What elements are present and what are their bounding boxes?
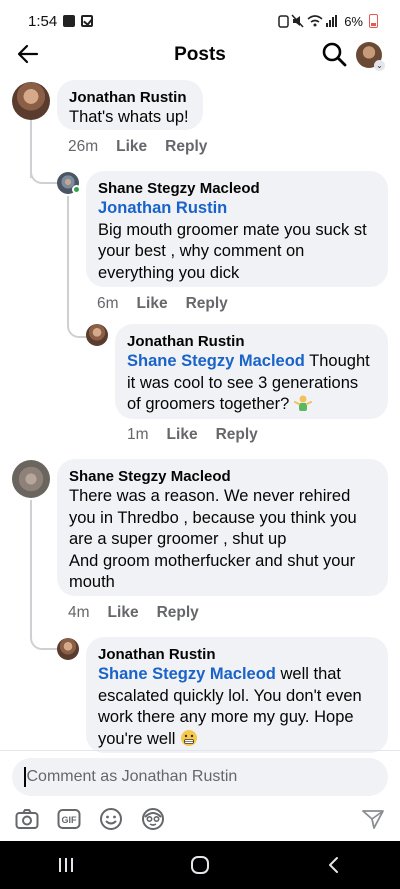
camera-icon: [15, 809, 39, 829]
profile-menu-button[interactable]: ⌄: [356, 42, 385, 71]
back-nav-icon[interactable]: [324, 855, 344, 875]
person-shrugging-icon: [293, 395, 312, 411]
send-button[interactable]: [360, 806, 386, 832]
mention-link[interactable]: Shane Stegzy Macleod: [98, 665, 276, 683]
search-icon: [322, 42, 347, 67]
comment-bubble: Shane Stegzy Macleod There was a reason.…: [57, 459, 388, 596]
comment-actions: 26m Like Reply: [68, 138, 207, 156]
comment-text: That's whats up!: [69, 108, 189, 126]
divider: [0, 750, 400, 751]
thread-connector: [67, 310, 87, 338]
comment-text-line: Big mouth groomer mate you suck st: [98, 220, 367, 239]
comment-actions: 6m Like Reply: [97, 295, 228, 313]
comment-text-line: it was cool to see 3 generations: [127, 373, 359, 392]
comment-text-line: of groomers together?: [127, 395, 290, 413]
chevron-down-icon: ⌄: [374, 60, 385, 71]
comment-bubble: Jonathan Rustin Shane Stegzy Macleod Tho…: [115, 324, 388, 419]
comment-text-line: work there any more my guy. Hope: [98, 708, 354, 726]
comment-time: 26m: [68, 138, 99, 155]
comment-author[interactable]: Jonathan Rustin: [127, 332, 376, 351]
comment-time: 1m: [127, 426, 149, 443]
comment-author[interactable]: Jonathan Rustin: [69, 88, 191, 107]
thread-line: [67, 196, 69, 316]
send-icon: [362, 810, 384, 829]
emoji-button[interactable]: [98, 806, 124, 832]
avatar[interactable]: [86, 324, 108, 346]
smiley-icon: [100, 808, 122, 830]
comment-text-line: you in Thredbo , because you think you: [69, 508, 357, 527]
comment-text-line: you're well: [98, 729, 176, 748]
thread-line: [30, 500, 32, 620]
battery-icon: [369, 14, 378, 28]
comment-time: 6m: [97, 295, 119, 312]
comment-bubble: Shane Stegzy Macleod Jonathan Rustin Big…: [86, 171, 388, 287]
system-nav-bar: [0, 841, 400, 889]
comment-text-line: Thought: [304, 352, 370, 370]
comment-author[interactable]: Shane Stegzy Macleod: [69, 467, 376, 486]
recent-apps-icon[interactable]: [56, 855, 76, 875]
avatar[interactable]: [12, 460, 50, 498]
comment-text-line: everything you dick: [98, 263, 240, 282]
check-notification-icon: [81, 15, 94, 27]
thread-connector: [30, 150, 58, 184]
comment-text-line: mouth: [69, 573, 115, 591]
mention-link[interactable]: Shane Stegzy Macleod: [127, 352, 305, 370]
comment-text-line: well that: [275, 665, 342, 683]
grimacing-face-icon: [181, 729, 198, 746]
status-icons: [278, 14, 338, 28]
reply-button[interactable]: Reply: [165, 138, 207, 156]
online-status-dot: [72, 185, 81, 194]
gif-button[interactable]: GIF: [56, 806, 82, 832]
like-button[interactable]: Like: [137, 295, 168, 313]
mention-link[interactable]: Jonathan Rustin: [98, 198, 376, 220]
status-time: 1:54: [28, 12, 58, 30]
comment-input[interactable]: Comment as Jonathan Rustin: [12, 758, 388, 796]
reply-button[interactable]: Reply: [186, 295, 228, 313]
avatar-sticker-icon: [142, 808, 164, 830]
comment-time: 4m: [68, 604, 90, 621]
avatar[interactable]: [57, 638, 79, 660]
header: Posts ⌄: [0, 34, 400, 76]
composer-toolbar: GIF: [14, 806, 386, 832]
like-button[interactable]: Like: [116, 138, 147, 156]
comment-text-line: are a super groomer , shut up: [69, 530, 287, 548]
home-icon[interactable]: [189, 854, 211, 876]
comment-actions: 1m Like Reply: [127, 426, 258, 444]
comment-text-line: your best , why comment on: [98, 242, 305, 260]
avatar[interactable]: [12, 82, 50, 120]
text-caret: [24, 767, 26, 787]
comment-input-placeholder: Comment as Jonathan Rustin: [26, 768, 238, 785]
comment-author[interactable]: Shane Stegzy Macleod: [98, 179, 376, 198]
notification-icon: [63, 15, 76, 27]
comment-bubble: Jonathan Rustin Shane Stegzy Macleod wel…: [86, 637, 388, 753]
comment-actions: 4m Like Reply: [68, 604, 199, 622]
comment-bubble: Jonathan Rustin That's whats up!: [57, 80, 203, 130]
like-button[interactable]: Like: [167, 426, 198, 444]
comment-author[interactable]: Jonathan Rustin: [98, 645, 376, 664]
comment-text-line: And groom motherfucker and shut your: [69, 551, 356, 570]
avatar-sticker-button[interactable]: [140, 806, 166, 832]
comment-text-line: escalated quickly lol. You don't even: [98, 686, 362, 705]
search-button[interactable]: [318, 38, 350, 70]
svg-text:GIF: GIF: [62, 815, 78, 825]
reply-button[interactable]: Reply: [216, 426, 258, 444]
reply-button[interactable]: Reply: [157, 604, 199, 622]
comment-text-line: There was a reason. We never rehired: [69, 487, 351, 505]
camera-button[interactable]: [14, 806, 40, 832]
gif-icon: GIF: [57, 809, 81, 829]
battery-percent: 6%: [344, 13, 363, 29]
thread-connector: [30, 614, 58, 650]
like-button[interactable]: Like: [108, 604, 139, 622]
